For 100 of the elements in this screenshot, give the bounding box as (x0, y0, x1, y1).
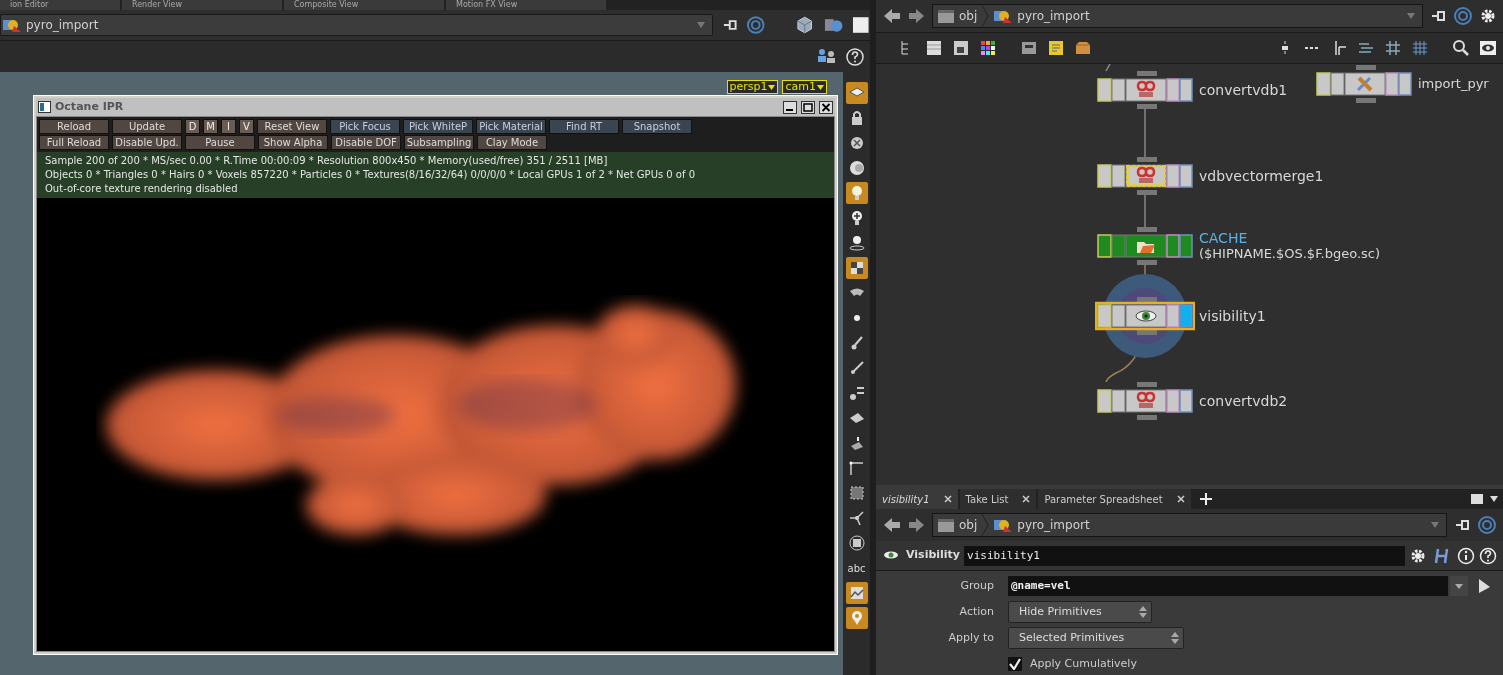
node-name-field[interactable]: visibility1 (964, 545, 1405, 566)
tool-button[interactable]: abc (845, 557, 868, 579)
octane-button[interactable]: Subsampling (404, 135, 474, 150)
path-label: pyro_import (1017, 7, 1091, 25)
node-tile[interactable] (1314, 64, 1414, 103)
pane-tab[interactable]: Take List (959, 489, 1037, 510)
octane-button[interactable]: M (203, 119, 218, 134)
octane-button[interactable]: Update (112, 119, 182, 134)
node-tile[interactable] (1095, 156, 1195, 195)
help-icon[interactable] (846, 47, 864, 66)
path-label: obj (959, 7, 978, 25)
octane-button[interactable]: Reload (39, 119, 109, 134)
caret-icon (768, 84, 776, 90)
field-label: Action (959, 603, 994, 620)
dot-icon (853, 315, 860, 321)
node-tile[interactable] (1095, 70, 1195, 109)
sphere-cube-icon (993, 517, 1014, 534)
plus-icon[interactable] (1198, 492, 1213, 507)
path-label: obj (959, 517, 978, 535)
network-canvas[interactable]: convertvdb1 import_pyr vdbvectormerge1 CACHE ($HIPNAME.$OS.$F.bgeo.sc) visibility1 convertvdb2 (876, 63, 1503, 486)
pane-tab[interactable]: ion Editor (0, 0, 120, 10)
octane-button[interactable]: V (239, 119, 254, 134)
menu-field[interactable]: Selected Primitives (1008, 627, 1184, 649)
color-grid-icon[interactable] (979, 38, 997, 57)
wire (1144, 108, 1146, 157)
grid-icon[interactable] (1411, 38, 1429, 57)
info-icon[interactable] (1457, 546, 1475, 565)
back-arrow-icon[interactable] (882, 516, 902, 535)
camera-menu[interactable]: persp1 (726, 80, 779, 94)
node-label: vdbvectormerge1 (1199, 167, 1324, 184)
octane-button[interactable]: D (185, 119, 200, 134)
octane-button[interactable]: Clay Mode (477, 135, 547, 150)
checkbox-label: Apply Cumulatively (1030, 655, 1137, 672)
close-icon[interactable] (819, 100, 833, 114)
forward-arrow-icon[interactable] (908, 6, 926, 25)
window-icon (38, 101, 51, 113)
separator-icon (981, 4, 990, 27)
status-text: Sample 200 of 200 * MS/sec 0.00 * R.Time 00:00:09 * Resolution 800x450 * Memory(used/free) 351 / 2511 [MB] (45, 154, 609, 168)
pane-tab[interactable]: visibility1 (876, 489, 958, 510)
octane-button[interactable]: Find RT (549, 119, 619, 134)
octane-button[interactable]: Pick Material (476, 119, 546, 134)
maximize-icon[interactable] (801, 100, 815, 114)
image-icon (847, 584, 866, 602)
wire (1105, 63, 1111, 71)
tool-button[interactable] (845, 257, 868, 279)
square-icon[interactable] (852, 16, 870, 34)
tool-button[interactable] (845, 82, 868, 104)
octane-button[interactable]: Snapshot (622, 119, 692, 134)
path-dropdown[interactable]: pyro_import (0, 14, 713, 36)
separator-icon (981, 514, 990, 537)
octane-button[interactable]: Disable Upd. (112, 135, 182, 150)
pane-tab[interactable]: Motion FX View (446, 0, 606, 10)
octane-button[interactable]: Pause (185, 135, 255, 150)
octane-button[interactable]: Full Reload (39, 135, 109, 150)
target-icon[interactable] (746, 15, 766, 35)
updown-arrows-icon (1139, 605, 1147, 619)
path-label: pyro_import (1017, 517, 1091, 535)
node-type: Visibility (906, 547, 961, 564)
tool-button[interactable] (845, 607, 868, 629)
details-icon[interactable] (952, 38, 970, 57)
search-icon[interactable] (1452, 38, 1470, 57)
pane-tab[interactable]: Parameter Spreadsheet (1038, 489, 1191, 510)
vertex-icon (847, 509, 866, 527)
status-text: Out-of-core texture rendering disabled (45, 182, 239, 196)
node-comment: ($HIPNAME.$OS.$F.bgeo.sc) (1199, 245, 1380, 262)
dropdown-caret-icon[interactable] (1489, 495, 1499, 504)
node-tile[interactable] (1095, 381, 1195, 420)
octane-button[interactable]: Reset View (257, 119, 327, 134)
dropdown-caret-icon (695, 21, 706, 29)
plane-icon (849, 413, 864, 423)
square-icon[interactable] (1471, 494, 1483, 505)
path-dropdown[interactable]: obj pyro_import (932, 3, 1423, 28)
octane-button[interactable]: Pick WhiteP (403, 119, 473, 134)
target-icon[interactable] (1477, 515, 1497, 536)
help-icon[interactable] (1479, 546, 1497, 565)
sticky-note-icon[interactable] (1047, 38, 1065, 57)
list-icon[interactable] (925, 38, 943, 57)
target-icon[interactable] (1453, 5, 1473, 26)
window-title: Octane IPR (55, 98, 125, 115)
group-field[interactable]: @name=vel (1008, 576, 1448, 596)
checkmark-icon (1009, 658, 1021, 670)
octane-button[interactable]: Disable DOF (331, 135, 401, 150)
path-dropdown[interactable]: obj pyro_import (932, 513, 1447, 538)
camera-menu[interactable]: cam1 (782, 80, 827, 94)
pane-tab[interactable]: Composite View (284, 0, 444, 10)
back-arrow-icon[interactable] (882, 6, 902, 25)
octane-button[interactable]: Show Alpha (258, 135, 328, 150)
tool-button[interactable] (845, 582, 868, 604)
status-text: Objects 0 * Triangles 0 * Hairs 0 * Voxels 857220 * Particles 0 * Textures(8/16/32/64) 0/0/0/0 * Local GPUs 1 of 2 * Net GPUs 0 of 0 (45, 168, 697, 182)
node-tile[interactable] (1095, 296, 1195, 335)
checkbox[interactable] (1008, 657, 1022, 671)
eye-icon[interactable] (1479, 38, 1497, 57)
pointer-arrow-icon[interactable] (1476, 577, 1492, 595)
node-tile[interactable] (1095, 226, 1195, 265)
octane-button[interactable]: I (221, 119, 236, 134)
minimize-icon[interactable] (783, 100, 797, 114)
pane-tab[interactable]: Render View (122, 0, 282, 10)
octane-button[interactable]: Pick Focus (330, 119, 400, 134)
menu-field[interactable]: Hide Primitives (1008, 601, 1152, 623)
forward-arrow-icon[interactable] (908, 516, 926, 535)
